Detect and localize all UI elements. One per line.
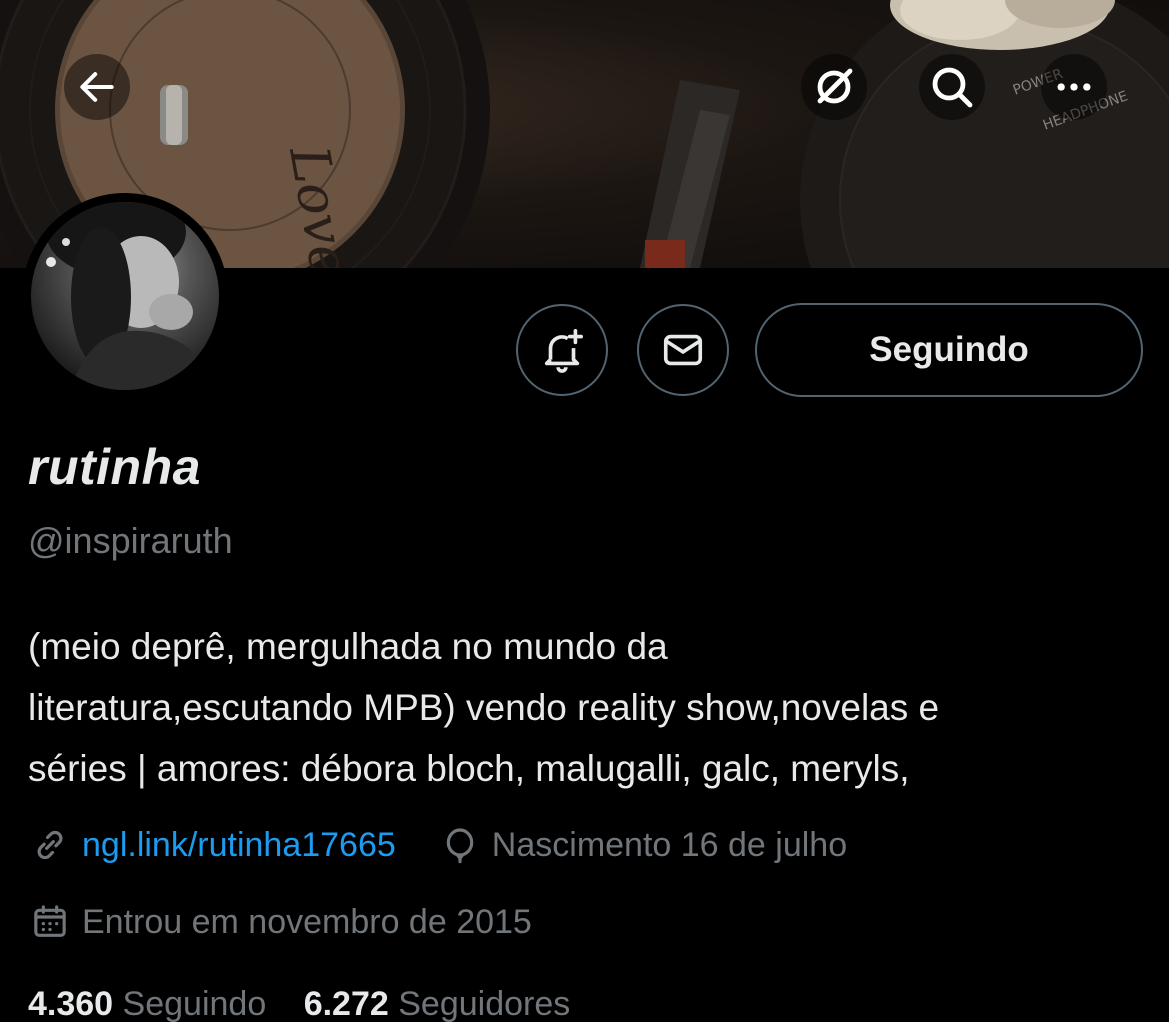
bell-plus-icon	[544, 329, 583, 373]
envelope-icon	[663, 334, 703, 366]
following-button[interactable]: Seguindo	[755, 303, 1143, 397]
followers-label: Seguidores	[398, 985, 571, 1022]
joined-date-text: Entrou em novembro de 2015	[82, 902, 532, 941]
bio: (meio deprê, mergulhada no mundo da lite…	[28, 616, 1153, 799]
username-handle: @inspiraruth	[28, 520, 233, 561]
following-label: Seguindo	[122, 985, 267, 1022]
followers-stat[interactable]: 6.272 Seguidores	[304, 985, 571, 1022]
avatar[interactable]	[22, 193, 228, 399]
grok-button[interactable]	[801, 54, 867, 120]
calendar-icon	[30, 902, 70, 942]
profile-joined-row: Entrou em novembro de 2015	[30, 902, 532, 942]
followers-count: 6.272	[303, 985, 389, 1022]
profile-page: Love POWER HEADPHONE Seguindo rutinha @i…	[0, 0, 1169, 1022]
more-button[interactable]	[1041, 54, 1107, 120]
profile-meta-row: ngl.link/rutinha17665 Nascimento 16 de j…	[30, 825, 847, 865]
message-button[interactable]	[637, 304, 729, 396]
notifications-button[interactable]	[516, 304, 608, 396]
more-horizontal-icon	[1057, 83, 1091, 91]
birthday-text: Nascimento 16 de julho	[491, 825, 848, 864]
bio-line: (meio deprê, mergulhada no mundo da	[28, 626, 668, 667]
profile-website-link[interactable]: ngl.link/rutinha17665	[82, 826, 396, 865]
arrow-left-icon	[80, 72, 114, 102]
back-button[interactable]	[64, 54, 130, 120]
following-stat[interactable]: 4.360 Seguindo	[28, 985, 266, 1022]
follow-stats: 4.360 Seguindo 6.272 Seguidores	[28, 985, 598, 1022]
following-count: 4.360	[28, 985, 114, 1022]
search-icon	[932, 67, 973, 108]
link-icon	[30, 825, 70, 865]
bio-line: literatura,escutando MPB) vendo reality …	[28, 687, 940, 728]
bio-line: séries | amores: débora bloch, malugalli…	[28, 748, 910, 789]
display-name: rutinha	[28, 439, 201, 495]
grok-slash-icon	[817, 68, 853, 104]
avatar-image	[31, 202, 219, 390]
search-button[interactable]	[919, 54, 985, 120]
balloon-icon	[440, 825, 480, 865]
